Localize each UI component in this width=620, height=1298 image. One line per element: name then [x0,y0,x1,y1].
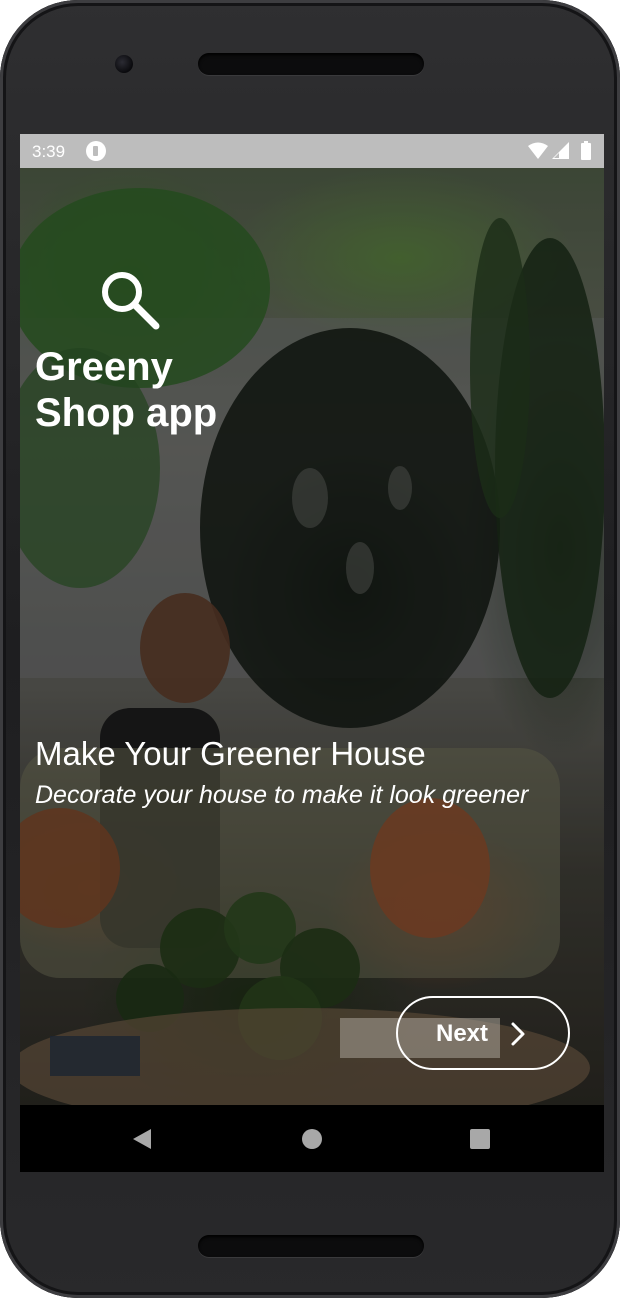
next-button[interactable]: Next [396,996,570,1070]
wifi-icon [528,142,548,159]
phone-frame: 3:39 Greeny Shop app Make Your Greener H… [0,0,620,1298]
home-icon[interactable] [302,1129,322,1149]
back-icon[interactable] [131,1128,153,1150]
next-button-label: Next [436,1020,489,1047]
navigation-bar [20,1105,604,1172]
battery-icon [581,143,591,160]
search-icon [102,272,160,330]
onboarding-background: Greeny Shop app Make Your Greener House … [20,168,604,1105]
signal-icon [552,142,569,159]
status-bar: 3:39 [20,134,604,168]
front-camera [115,55,133,73]
app-title-line-2: Shop app [35,391,218,435]
bottom-speaker [198,1235,424,1257]
app-title-line-1: Greeny [35,345,173,389]
onboarding-headline: Make Your Greener House [35,735,426,772]
earpiece-speaker [198,53,424,75]
notification-app-icon [86,141,106,161]
onboarding-subtitle: Decorate your house to make it look gree… [35,781,529,809]
phone-screen: 3:39 Greeny Shop app Make Your Greener H… [20,134,604,1172]
chevron-right-icon [511,1022,525,1046]
recents-icon[interactable] [470,1129,490,1149]
app-title: Greeny Shop app [35,344,217,436]
status-icons [528,141,591,160]
status-time: 3:39 [32,142,66,161]
